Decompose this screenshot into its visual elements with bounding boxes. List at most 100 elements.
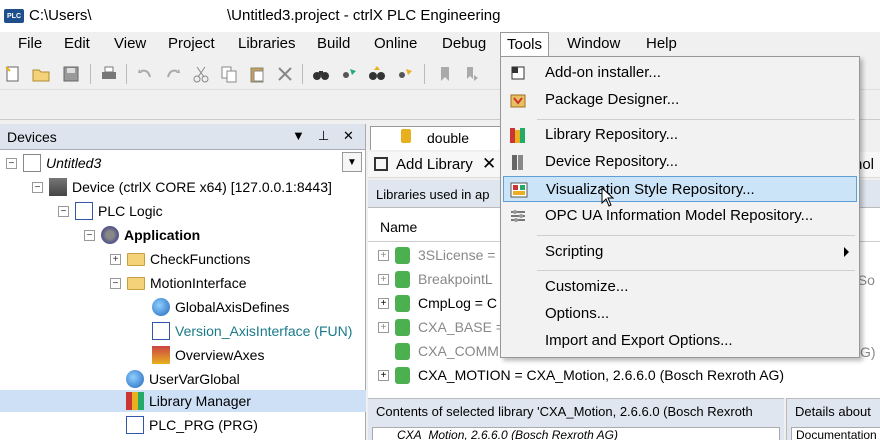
tree-item-label: PLC_PRG (PRG) [149, 417, 258, 433]
menu-item-device-repository[interactable]: Device Repository... [503, 149, 857, 175]
lock-icon [395, 294, 410, 312]
find-previous-icon[interactable] [396, 65, 414, 83]
tree-item-overviewaxes[interactable]: OverviewAxes [152, 344, 264, 366]
name-column-header[interactable]: Name [380, 219, 417, 235]
undo-icon[interactable] [136, 65, 154, 83]
library-contents-selector[interactable]: CXA_Motion, 2.6.6.0 (Bosch Rexroth AG) [372, 427, 780, 440]
menu-item-label: Library Repository... [545, 126, 679, 143]
menu-item-label: Package Designer... [545, 91, 680, 108]
panel-menu-icon[interactable]: ▼ [292, 128, 305, 143]
expand-icon[interactable]: + [110, 253, 121, 265]
delete-icon[interactable] [276, 65, 294, 83]
library-row-cxa-base[interactable]: + CXA_BASE = [378, 315, 504, 339]
menu-item-visualization-style-repository[interactable]: Visualization Style Repository... [503, 176, 857, 202]
tree-item-plc-logic[interactable]: − PLC Logic [58, 200, 163, 222]
add-library-button[interactable]: Add Library [396, 156, 473, 173]
find-icon[interactable] [312, 65, 330, 83]
menu-item-customize[interactable]: Customize... [503, 274, 857, 300]
expand-icon[interactable]: + [378, 249, 389, 261]
menu-tools[interactable]: Tools [500, 32, 550, 57]
menu-online[interactable]: Online [368, 32, 423, 56]
save-icon[interactable] [62, 65, 80, 83]
menu-item-opc-ua-repository[interactable]: OPC UA Information Model Repository... [503, 203, 857, 229]
menu-edit[interactable]: Edit [58, 32, 96, 56]
menu-item-add-on-installer[interactable]: Add-on installer... [503, 60, 857, 86]
menu-item-label: Add-on installer... [545, 64, 661, 81]
tree-item-version-axisinterface[interactable]: Version_AxisInterface (FUN) [152, 320, 352, 342]
menu-build[interactable]: Build [311, 32, 356, 56]
library-contents-panel: Contents of selected library 'CXA_Motion… [368, 398, 784, 440]
menu-window[interactable]: Window [561, 32, 626, 56]
tree-item-globalaxisdefines[interactable]: GlobalAxisDefines [152, 296, 289, 318]
menu-libraries[interactable]: Libraries [232, 32, 302, 56]
library-row-cmplog[interactable]: + CmpLog = C [378, 291, 497, 315]
copy-icon[interactable] [220, 65, 238, 83]
collapse-icon[interactable]: − [110, 277, 121, 289]
find-replace-icon[interactable] [340, 65, 358, 83]
add-library-icon [374, 157, 388, 171]
tree-item-label: Device (ctrlX CORE x64) [127.0.0.1:8443] [72, 179, 332, 195]
tree-item-application[interactable]: − Application [84, 224, 200, 246]
remove-library-icon[interactable]: ✕ [482, 154, 496, 174]
menu-item-scripting[interactable]: Scripting [503, 239, 857, 265]
menu-item-library-repository[interactable]: Library Repository... [503, 122, 857, 148]
library-name: BreakpointL [418, 271, 493, 287]
new-file-icon[interactable] [4, 65, 22, 83]
menu-item-options[interactable]: Options... [503, 301, 857, 327]
open-folder-icon[interactable] [32, 65, 50, 83]
tree-item-device[interactable]: − Device (ctrlX CORE x64) [127.0.0.1:844… [32, 176, 332, 198]
collapse-icon[interactable]: − [6, 157, 17, 169]
expand-icon[interactable]: + [378, 297, 389, 309]
paste-icon[interactable] [248, 65, 266, 83]
expand-icon[interactable]: + [378, 321, 389, 333]
menu-item-import-export-options[interactable]: Import and Export Options... [503, 328, 857, 354]
expand-icon[interactable]: + [378, 369, 389, 381]
documentation-label: Documentation [796, 428, 877, 440]
window-title: \Untitled3.project - ctrlX PLC Engineeri… [227, 7, 501, 24]
menu-help[interactable]: Help [640, 32, 683, 56]
tree-item-checkfunctions[interactable]: + CheckFunctions [110, 248, 250, 270]
visualization-style-icon [510, 182, 528, 198]
menu-project[interactable]: Project [162, 32, 221, 56]
library-row-cxa-comm[interactable]: CXA_COMM [395, 339, 499, 363]
print-icon[interactable] [100, 65, 118, 83]
menu-file[interactable]: File [12, 32, 48, 56]
tree-item-uservarglobal[interactable]: UserVarGlobal [126, 368, 240, 390]
next-bookmark-icon[interactable] [462, 65, 480, 83]
tab-double[interactable]: double [370, 126, 520, 150]
tree-item-library-manager[interactable]: Library Manager [0, 390, 366, 412]
library-row-breakpointlog[interactable]: + BreakpointL [378, 267, 493, 291]
menu-item-label: Visualization Style Repository... [546, 181, 755, 198]
tree-item-motioninterface[interactable]: − MotionInterface [110, 272, 247, 294]
collapse-icon[interactable]: − [84, 229, 95, 241]
tree-item-project[interactable]: − Untitled3 [6, 152, 101, 174]
library-row-3slicense[interactable]: + 3SLicense = [378, 243, 495, 267]
cut-icon[interactable] [192, 65, 210, 83]
project-icon [23, 154, 41, 172]
redo-icon[interactable] [164, 65, 182, 83]
find-next-icon[interactable] [368, 65, 386, 83]
library-details-panel: Details about Documentation [786, 398, 880, 440]
pin-icon[interactable]: ⊥ [318, 128, 329, 144]
folder-icon [127, 276, 145, 290]
expand-icon[interactable]: + [378, 273, 389, 285]
tree-item-plc-prg[interactable]: PLC_PRG (PRG) [126, 414, 258, 436]
menu-item-label: Options... [545, 305, 610, 322]
close-icon[interactable]: ✕ [343, 128, 354, 144]
library-contents-header: Contents of selected library 'CXA_Motion… [376, 404, 753, 419]
lock-icon [395, 318, 410, 336]
menu-view[interactable]: View [108, 32, 152, 56]
chevron-down-icon[interactable]: ▼ [342, 152, 362, 172]
menu-item-label: Device Repository... [545, 153, 679, 170]
library-row-cxa-motion[interactable]: + CXA_MOTION = CXA_Motion, 2.6.6.0 (Bosc… [378, 363, 784, 387]
collapse-icon[interactable]: − [32, 181, 43, 193]
documentation-tab[interactable]: Documentation [791, 427, 880, 440]
lock-icon [395, 246, 410, 264]
menu-debug[interactable]: Debug [436, 32, 492, 56]
bookmark-icon[interactable] [436, 65, 454, 83]
menu-item-package-designer[interactable]: Package Designer... [503, 87, 857, 113]
collapse-icon[interactable]: − [58, 205, 69, 217]
function-icon [152, 322, 170, 340]
menu-bar: File Edit View Project Libraries Build O… [0, 32, 880, 57]
library-name: CmpLog = C [418, 295, 497, 311]
